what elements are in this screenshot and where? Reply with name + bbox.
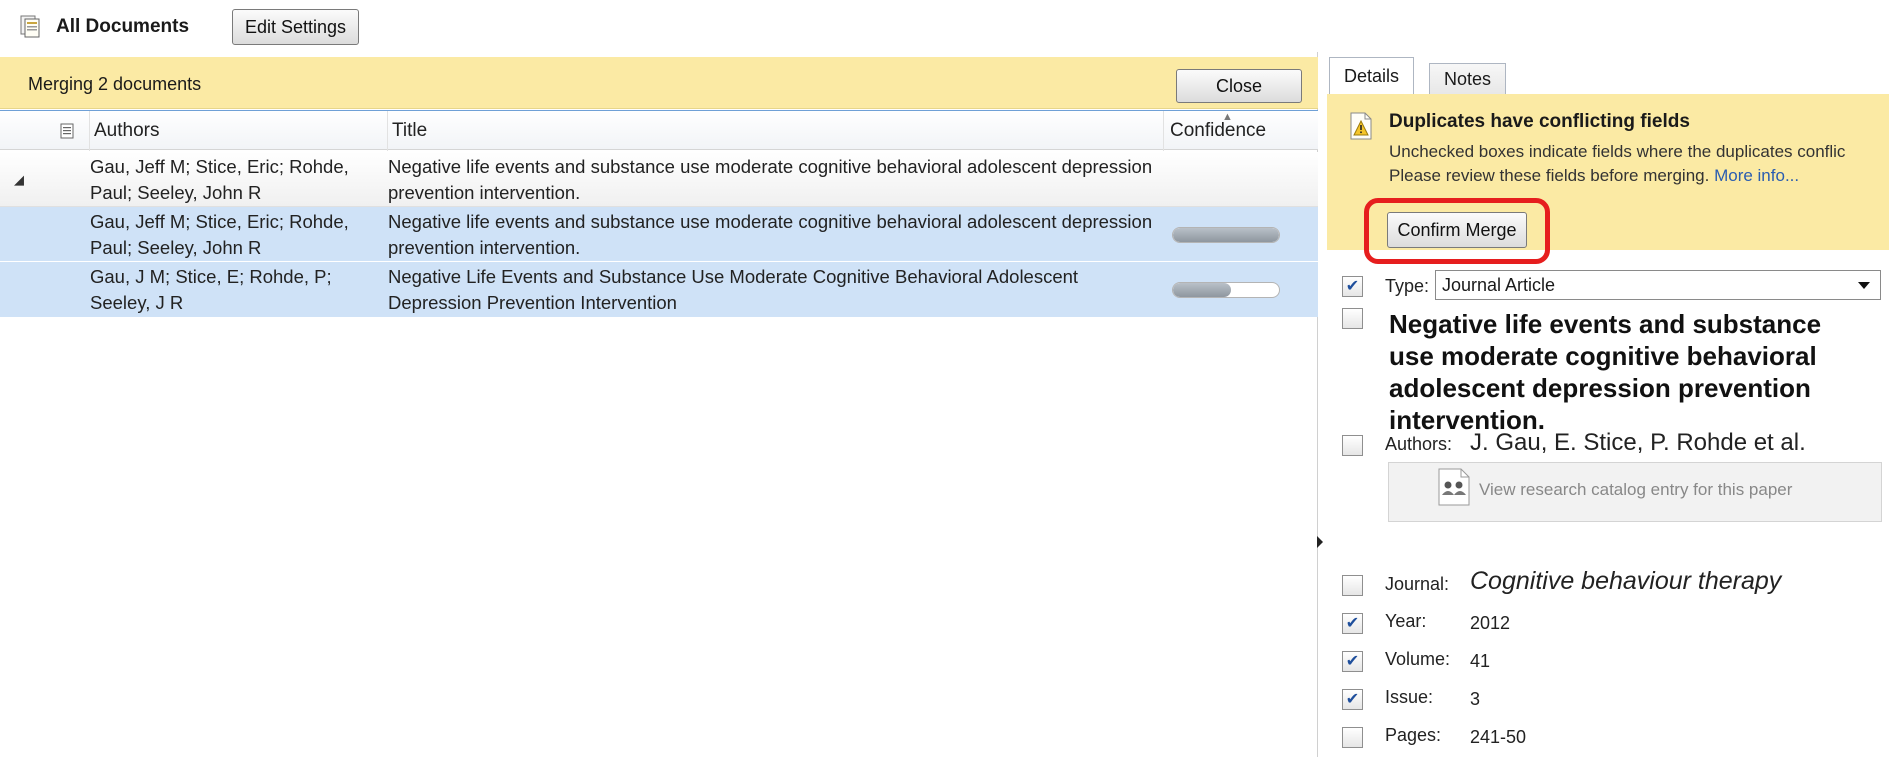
- issue-checkbox[interactable]: ✔: [1342, 689, 1363, 710]
- row-title: Negative life events and substance use m…: [388, 156, 1153, 203]
- warning-text: Unchecked boxes indicate fields where th…: [1389, 140, 1889, 188]
- confidence-fill: [1173, 283, 1232, 297]
- volume-label: Volume:: [1385, 649, 1451, 669]
- table-row[interactable]: ◢ Gau, Jeff M; Stice, Eric; Rohde, Paul;…: [0, 152, 1318, 207]
- authors-label: Authors:: [1385, 434, 1453, 454]
- dropdown-arrow-icon: [1858, 282, 1870, 289]
- row-authors: Gau, J M; Stice, E; Rohde, P; Seeley, J …: [90, 266, 332, 313]
- toolbar: All Documents Edit Settings: [0, 0, 1889, 52]
- year-checkbox[interactable]: ✔: [1342, 613, 1363, 634]
- panel-splitter[interactable]: [1318, 52, 1327, 757]
- column-header-document-type[interactable]: [44, 111, 90, 151]
- sort-ascending-icon: ▲: [1222, 111, 1233, 123]
- collapse-triangle-icon[interactable]: ◢: [14, 172, 24, 188]
- confidence-bar: [1172, 227, 1280, 243]
- row-authors: Gau, Jeff M; Stice, Eric; Rohde, Paul; S…: [90, 156, 349, 203]
- details-panel: Details Notes Duplicates have conflictin…: [1327, 52, 1889, 757]
- issue-value[interactable]: 3: [1470, 689, 1480, 710]
- warning-document-icon: [1350, 112, 1372, 140]
- edit-settings-button[interactable]: Edit Settings: [232, 9, 359, 45]
- confirm-merge-button[interactable]: Confirm Merge: [1387, 212, 1527, 248]
- year-value[interactable]: 2012: [1470, 613, 1510, 634]
- journal-checkbox[interactable]: [1342, 575, 1363, 596]
- pages-value[interactable]: 241-50: [1470, 727, 1526, 748]
- row-authors: Gau, Jeff M; Stice, Eric; Rohde, Paul; S…: [90, 211, 349, 258]
- pages-checkbox[interactable]: [1342, 727, 1363, 748]
- merge-status-text: Merging 2 documents: [28, 74, 202, 94]
- volume-checkbox[interactable]: ✔: [1342, 651, 1363, 672]
- row-title: Negative Life Events and Substance Use M…: [388, 266, 1079, 313]
- more-info-link[interactable]: More info...: [1714, 166, 1799, 185]
- merge-panel: Merging 2 documents Close Authors Title …: [0, 52, 1318, 757]
- warning-line-1: Unchecked boxes indicate fields where th…: [1389, 142, 1846, 161]
- pages-label: Pages:: [1385, 725, 1442, 745]
- type-label: Type:: [1385, 276, 1430, 296]
- collapse-arrow-icon[interactable]: [1317, 536, 1323, 548]
- authors-value[interactable]: J. Gau, E. Stice, P. Rohde et al.: [1470, 429, 1806, 457]
- issue-label: Issue:: [1385, 687, 1434, 707]
- type-select[interactable]: Journal Article: [1435, 270, 1881, 300]
- title-checkbox[interactable]: [1342, 308, 1363, 329]
- year-label: Year:: [1385, 611, 1427, 631]
- table-row[interactable]: Gau, J M; Stice, E; Rohde, P; Seeley, J …: [0, 262, 1318, 317]
- warning-line-2: Please review these fields before mergin…: [1389, 166, 1710, 185]
- authors-checkbox[interactable]: [1342, 435, 1363, 456]
- row-title: Negative life events and substance use m…: [388, 211, 1153, 258]
- journal-label: Journal:: [1385, 574, 1450, 594]
- type-value: Journal Article: [1442, 274, 1556, 295]
- research-catalog-button[interactable]: View research catalog entry for this pap…: [1388, 462, 1882, 522]
- confidence-fill: [1173, 228, 1279, 242]
- volume-value[interactable]: 41: [1470, 651, 1490, 672]
- table-header: Authors Title Confidence ▲: [0, 110, 1318, 151]
- type-checkbox[interactable]: ✔: [1342, 276, 1363, 297]
- merge-bar: Merging 2 documents Close: [0, 57, 1318, 109]
- document-title[interactable]: Negative life events and substance use m…: [1389, 308, 1859, 436]
- table-row[interactable]: Gau, Jeff M; Stice, Eric; Rohde, Paul; S…: [0, 207, 1318, 262]
- conflict-warning: Duplicates have conflicting fields Unche…: [1327, 94, 1889, 264]
- tab-details[interactable]: Details: [1329, 57, 1415, 95]
- tab-notes[interactable]: Notes: [1429, 63, 1507, 95]
- column-header-title[interactable]: Title: [388, 111, 1164, 151]
- confidence-bar: [1172, 282, 1280, 298]
- documents-icon: [20, 15, 40, 38]
- close-button[interactable]: Close: [1176, 69, 1302, 103]
- warning-title: Duplicates have conflicting fields: [1389, 111, 1690, 132]
- document-icon: [60, 123, 73, 139]
- catalog-text: View research catalog entry for this pap…: [1479, 480, 1793, 499]
- journal-value[interactable]: Cognitive behaviour therapy: [1470, 567, 1781, 596]
- details-tabs: Details Notes: [1327, 57, 1889, 99]
- catalog-document-icon: [1438, 468, 1470, 506]
- column-header-authors[interactable]: Authors: [90, 111, 388, 151]
- page-title: All Documents: [56, 16, 190, 37]
